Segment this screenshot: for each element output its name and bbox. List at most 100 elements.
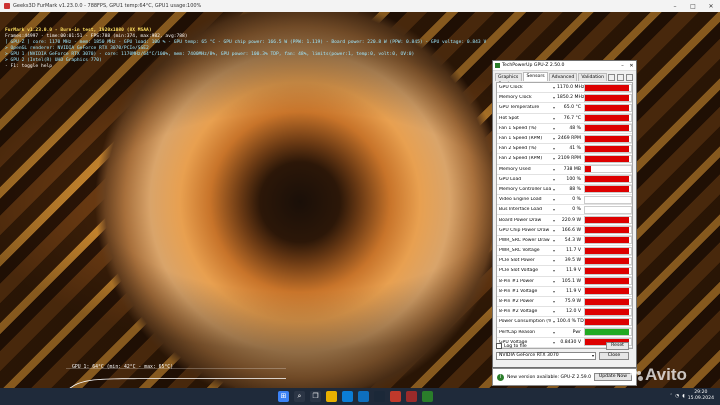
sensor-name: GPU Clock (499, 85, 523, 91)
sensor-value: 2109 RPM (557, 156, 581, 162)
device-select[interactable]: NVIDIA GeForce RTX 3070 (496, 352, 596, 360)
sensor-graph-fill (585, 104, 629, 111)
gpuz-footer: Log to file Reset NVIDIA GeForce RTX 307… (496, 342, 633, 361)
sensor-value: 11.9 V (566, 288, 581, 294)
tab-sensors[interactable]: Sensors (523, 72, 548, 81)
gpuz-window: TechPowerUp GPU-Z 2.50.0 – ✕ Graphics Ca… (492, 60, 637, 368)
task-view-icon[interactable]: ❐ (310, 391, 321, 402)
chevron-up-icon[interactable]: ˄ (670, 394, 672, 399)
sensor-name: Memory Used (499, 166, 531, 172)
sensor-graph (584, 134, 632, 143)
sensor-value: Pwr (572, 329, 581, 335)
store-icon[interactable] (358, 391, 369, 402)
sensor-row: Fan 1 Speed (RPM) ▾ 2469 RPM (497, 134, 632, 145)
sensor-value: 76.7 °C (563, 115, 581, 121)
sensor-row: Board Power Draw ▾ 220.9 W (497, 215, 632, 226)
sensor-row: Fan 2 Speed (RPM) ▾ 2109 RPM (497, 154, 632, 165)
sensor-name: PCIe Slot Power (499, 258, 535, 264)
sensor-graph-fill (585, 288, 629, 295)
sensor-row: Fan 2 Speed (%) ▾ 41 % (497, 144, 632, 155)
temperature-graph: GPU 1: 64°C (min: 42°C - max: 65°C) (66, 365, 286, 388)
search-icon[interactable]: ⌕ (294, 391, 305, 402)
avito-logo-icon (630, 369, 643, 382)
sensor-graph (584, 317, 632, 326)
gpuz-close-icon[interactable]: ✕ (627, 63, 636, 69)
sensor-name: PCIe Slot Voltage (499, 268, 539, 274)
hud-help: - F1: toggle help (5, 64, 53, 69)
sensor-graph (584, 256, 632, 265)
gpuz-minimize-icon[interactable]: – (618, 63, 627, 69)
steam-icon[interactable] (374, 391, 385, 402)
start-icon[interactable]: ⊞ (278, 391, 289, 402)
sensor-graph (584, 175, 632, 184)
sensor-graph (584, 297, 632, 306)
tab-advanced[interactable]: Advanced (548, 73, 578, 81)
refresh-icon[interactable] (617, 74, 624, 81)
close-button[interactable]: Close (599, 352, 629, 360)
camera-icon[interactable] (608, 74, 615, 81)
window-title: Geeks3D FurMark v1.23.0.0 - 788FPS, GPU1… (13, 3, 202, 9)
sensor-graph-fill (585, 247, 629, 254)
hwmonitor-icon[interactable] (406, 391, 417, 402)
temperature-curve (69, 378, 286, 388)
sensor-row: 8-Pin #2 Power ▾ 75.9 W (497, 297, 632, 308)
reset-button[interactable]: Reset (606, 342, 629, 350)
sensor-graph (584, 216, 632, 225)
sensor-graph (584, 266, 632, 275)
sensor-row: 8-Pin #2 Voltage ▾ 12.0 V (497, 307, 632, 318)
sensor-name: GPU Load (499, 176, 522, 182)
sensor-graph (584, 83, 632, 92)
notification-text: New version available: GPU-Z 2.59.0 (507, 374, 592, 380)
sensor-graph-fill (585, 145, 629, 152)
sensor-name: PWR_SRC Voltage (499, 248, 540, 254)
sensor-row: Memory Clock ▾ 1850.2 MHz (497, 93, 632, 104)
file-explorer-icon[interactable] (326, 391, 337, 402)
sensor-graph-fill (585, 318, 629, 325)
sensor-name: Fan 1 Speed (%) (499, 125, 537, 131)
sensor-graph (584, 185, 632, 194)
sensor-value: 75.9 W (564, 299, 581, 305)
system-tray: ˄ ◔ ◖ 29:20 15.09.2024 (670, 390, 714, 402)
maximize-icon[interactable]: □ (684, 3, 702, 10)
sensor-row: 8-Pin #1 Voltage ▾ 11.9 V (497, 287, 632, 297)
log-to-file-checkbox[interactable] (496, 343, 502, 349)
sensor-graph-fill (585, 237, 629, 244)
sensor-graph (584, 114, 632, 123)
sensor-name: Bus Interface Load (499, 207, 542, 213)
sensor-name: 8-Pin #2 Voltage (499, 309, 538, 315)
furmark-taskbar-icon[interactable] (390, 391, 401, 402)
sensor-graph (584, 195, 632, 204)
taskbar: ⊞ ⌕ ❐ ˄ ◔ ◖ 29:20 15.09.2024 (0, 388, 720, 405)
sensor-graph-fill (585, 227, 629, 234)
sensor-graph-fill (585, 329, 629, 336)
sensor-row: GPU Clock ▾ 1170.0 MHz (497, 83, 632, 94)
furmark-hud: FurMark v1.23.0.0 - Burn-in test, 1920x1… (5, 28, 486, 70)
sensor-name: Hot Spot (499, 115, 519, 121)
edge-icon[interactable] (342, 391, 353, 402)
sensor-row: PCIe Slot Power ▾ 39.5 W (497, 256, 632, 267)
sensor-value: 48 % (569, 125, 581, 131)
sensor-row: GPU Load ▾ 100 % (497, 175, 632, 185)
sensor-graph (584, 144, 632, 153)
sensor-graph (584, 205, 632, 214)
gpuz-taskbar-icon[interactable] (422, 391, 433, 402)
sensor-graph (584, 328, 632, 337)
minimize-icon[interactable]: – (666, 3, 684, 10)
sensor-graph-fill (585, 257, 629, 264)
sensor-row: Fan 1 Speed (%) ▾ 48 % (497, 124, 632, 134)
sensor-value: 65.0 °C (563, 105, 581, 111)
volume-icon[interactable]: ◖ (682, 394, 684, 399)
menu-icon[interactable] (626, 74, 633, 81)
sensor-name: Memory Controller Load (499, 186, 551, 192)
gpuz-titlebar: TechPowerUp GPU-Z 2.50.0 – ✕ (493, 61, 636, 71)
clock[interactable]: 29:20 15.09.2024 (688, 390, 714, 402)
sensor-value: 0 % (572, 197, 581, 203)
network-icon[interactable]: ◔ (675, 394, 679, 399)
sensor-graph-fill (585, 308, 629, 315)
sensor-name: Fan 2 Speed (RPM) (499, 156, 543, 162)
tab-validation[interactable]: Validation (578, 73, 607, 81)
update-now-button[interactable]: Update Now (593, 373, 632, 381)
tab-graphics-card[interactable]: Graphics Card (495, 73, 523, 87)
sensor-name: Power Consumption (%) (499, 319, 551, 325)
close-icon[interactable]: ✕ (702, 3, 720, 10)
